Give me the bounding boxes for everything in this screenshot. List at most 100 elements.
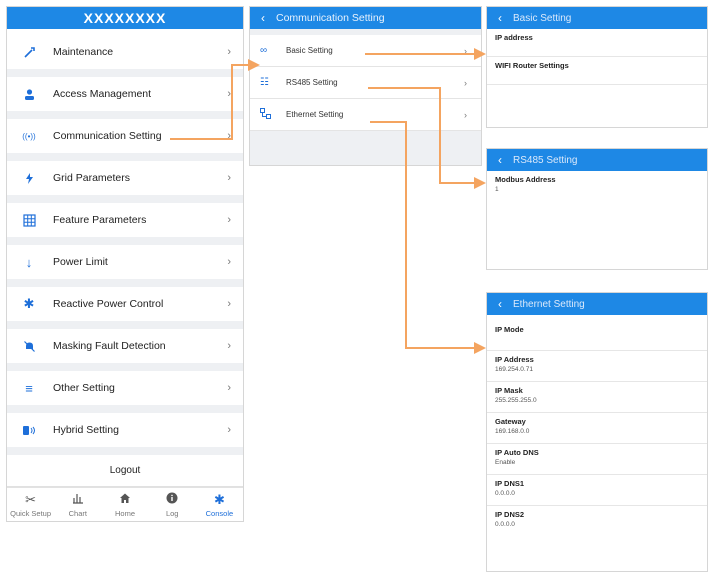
communication-setting-panel: ‹ Communication Setting ∞ Basic Setting … [249,6,482,166]
chevron-right-icon: › [464,45,467,56]
menu-label: Communication Setting [53,130,162,142]
row-label: Basic Setting [286,46,333,55]
chevron-right-icon: › [227,340,231,352]
header-bar: ‹ Basic Setting [487,7,707,29]
chevron-right-icon: › [227,298,231,310]
row-basic-setting[interactable]: ∞ Basic Setting › [250,35,481,67]
chevron-right-icon: › [227,256,231,268]
field-value: 169.168.0.0 [495,428,530,435]
menu-item-grid-parameters[interactable]: Grid Parameters › [7,161,243,203]
ethernet-setting-panel: ‹ Ethernet Setting IP Mode IP Address 16… [486,292,708,572]
header-bar: ‹ Communication Setting [250,7,481,29]
tab-home[interactable]: Home [101,488,148,521]
rs485-setting-panel: ‹ RS485 Setting Modbus Address 1 [486,148,708,270]
menu-label: Masking Fault Detection [53,340,166,352]
field-ip-dns1[interactable]: IP DNS1 0.0.0.0 [487,475,707,506]
menu-item-reactive-power-control[interactable]: ✱ Reactive Power Control › [7,287,243,329]
tab-quick-setup[interactable]: ✂ Quick Setup [7,488,54,521]
field-label: IP Mode [495,325,524,334]
home-icon [119,492,131,507]
grid-icon [21,212,37,228]
menu-item-hybrid-setting[interactable]: Hybrid Setting › [7,413,243,455]
row-label: RS485 Setting [286,78,338,87]
menu-item-other-setting[interactable]: ≡ Other Setting › [7,371,243,413]
chevron-right-icon: › [227,214,231,226]
bell-off-icon [21,338,37,354]
chevron-right-icon: › [227,172,231,184]
field-label: IP DNS2 [495,510,525,519]
arrow-down-icon: ↓ [25,254,33,270]
user-icon [21,86,37,102]
chevron-right-icon: › [227,130,231,142]
field-label: IP Auto DNS [495,448,539,457]
menu-label: Access Management [53,88,152,100]
page-title: Communication Setting [276,12,385,24]
chevron-right-icon: › [227,46,231,58]
field-ip-address[interactable]: IP address [487,29,707,57]
field-ip-address[interactable]: IP Address 169.254.0.71 [487,351,707,382]
gear-icon: ✱ [23,296,35,311]
app-title: XXXXXXXX [7,7,243,29]
field-value: 1 [495,186,499,193]
field-ip-auto-dns[interactable]: IP Auto DNS Enable [487,444,707,475]
menu-item-feature-parameters[interactable]: Feature Parameters › [7,203,243,245]
field-label: WIFI Router Settings [495,61,569,70]
list-icon: ≡ [25,380,33,396]
menu-item-access-management[interactable]: Access Management › [7,77,243,119]
chevron-right-icon: › [227,424,231,436]
field-label: Modbus Address [495,175,556,184]
back-icon[interactable]: ‹ [487,11,513,25]
field-label: IP DNS1 [495,479,525,488]
tab-label: Chart [68,508,87,518]
field-value: 255.255.255.0 [495,397,537,404]
menu-label: Reactive Power Control [53,298,164,310]
menu-item-power-limit[interactable]: ↓ Power Limit › [7,245,243,287]
lightning-icon [21,170,37,186]
menu-label: Grid Parameters [53,172,131,184]
back-icon[interactable]: ‹ [487,297,513,311]
field-ip-mask[interactable]: IP Mask 255.255.255.0 [487,382,707,413]
header-bar: ‹ RS485 Setting [487,149,707,171]
menu-label: Power Limit [53,256,108,268]
field-value: Enable [495,459,516,466]
menu-label: Feature Parameters [53,214,147,226]
back-icon[interactable]: ‹ [250,11,276,25]
field-value: 169.254.0.71 [495,366,533,373]
field-label: IP Address [495,355,534,364]
network-icon [260,107,274,122]
field-label: IP Mask [495,386,523,395]
tab-label: Quick Setup [10,508,52,518]
row-rs485-setting[interactable]: ☷ RS485 Setting › [250,67,481,99]
field-ip-mode[interactable]: IP Mode [487,321,707,351]
console-menu: Maintenance › Access Management › ((•)) … [7,35,243,487]
page-title: RS485 Setting [513,154,578,166]
page-title: Basic Setting [513,12,572,24]
bottom-tab-bar: ✂ Quick Setup Chart Home Log ✱ Console [7,487,243,521]
chart-icon [72,492,84,507]
tab-log[interactable]: Log [149,488,196,521]
basic-setting-panel: ‹ Basic Setting IP address WIFI Router S… [486,6,708,128]
field-value [495,336,699,343]
row-ethernet-setting[interactable]: Ethernet Setting › [250,99,481,131]
field-label: Gateway [495,417,526,426]
chevron-right-icon: › [464,77,467,88]
menu-item-communication-setting[interactable]: ((•)) Communication Setting › [7,119,243,161]
menu-item-maintenance[interactable]: Maintenance › [7,35,243,77]
tab-label: Console [205,508,234,518]
field-modbus-address[interactable]: Modbus Address 1 [487,171,707,196]
tab-chart[interactable]: Chart [54,488,101,521]
field-ip-dns2[interactable]: IP DNS2 0.0.0.0 [487,506,707,537]
menu-item-masking-fault-detection[interactable]: Masking Fault Detection › [7,329,243,371]
field-value: 0.0.0.0 [495,490,515,497]
link-icon: ∞ [260,45,268,56]
logout-button[interactable]: Logout [7,455,243,487]
chevron-right-icon: › [464,109,467,120]
field-gateway[interactable]: Gateway 169.168.0.0 [487,413,707,444]
field-wifi-router-settings[interactable]: WIFI Router Settings [487,57,707,85]
menu-label: Hybrid Setting [53,424,119,436]
tab-console[interactable]: ✱ Console [196,488,243,521]
field-value: 0.0.0.0 [495,521,515,528]
battery-icon [21,422,37,438]
back-icon[interactable]: ‹ [487,153,513,167]
tab-label: Log [165,508,179,518]
